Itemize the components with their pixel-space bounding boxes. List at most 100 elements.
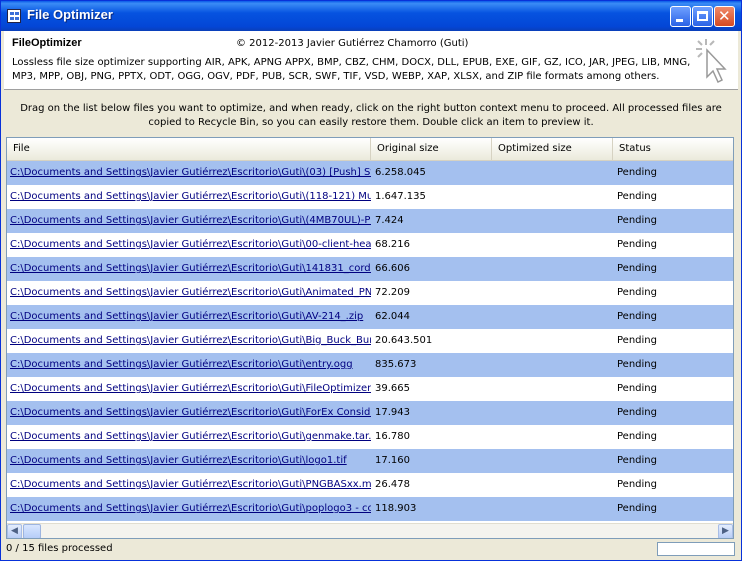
status-text: 0 / 15 files processed bbox=[6, 543, 113, 554]
column-header-optimized-size[interactable]: Optimized size bbox=[492, 138, 613, 160]
cell-status: Pending bbox=[617, 359, 657, 370]
title-bar[interactable]: File Optimizer ✕ bbox=[1, 1, 741, 31]
cell-status: Pending bbox=[617, 455, 657, 466]
table-row[interactable]: C:\Documents and Settings\Javier Gutiérr… bbox=[7, 473, 733, 497]
cell-status: Pending bbox=[617, 287, 657, 298]
cell-optimized bbox=[495, 305, 613, 329]
cell-status: Pending bbox=[617, 239, 657, 250]
minimize-button[interactable] bbox=[670, 6, 691, 27]
cell-file: C:\Documents and Settings\Javier Gutiérr… bbox=[10, 407, 371, 418]
cell-optimized bbox=[495, 185, 613, 209]
cell-file: C:\Documents and Settings\Javier Gutiérr… bbox=[10, 335, 371, 346]
list-rows: C:\Documents and Settings\Javier Gutiérr… bbox=[7, 161, 733, 521]
cell-status: Pending bbox=[617, 503, 657, 514]
cell-file: C:\Documents and Settings\Javier Gutiérr… bbox=[10, 383, 371, 394]
column-header-status[interactable]: Status bbox=[613, 138, 733, 160]
cell-original: 1.647.135 bbox=[375, 191, 426, 202]
maximize-button[interactable] bbox=[692, 6, 713, 27]
cell-file: C:\Documents and Settings\Javier Gutiérr… bbox=[10, 263, 371, 274]
cell-original: 17.943 bbox=[375, 407, 410, 418]
scroll-left-button[interactable]: ◀ bbox=[7, 524, 22, 538]
cell-file: C:\Documents and Settings\Javier Gutiérr… bbox=[10, 215, 371, 226]
copyright-text: © 2012-2013 Javier Gutiérrez Chamorro (G… bbox=[236, 38, 469, 49]
table-row[interactable]: C:\Documents and Settings\Javier Gutiérr… bbox=[7, 353, 733, 377]
table-row[interactable]: C:\Documents and Settings\Javier Gutiérr… bbox=[7, 329, 733, 353]
window-title: File Optimizer bbox=[27, 7, 113, 22]
cell-status: Pending bbox=[617, 407, 657, 418]
cell-optimized bbox=[495, 401, 613, 425]
cell-original: 118.903 bbox=[375, 503, 417, 514]
app-icon[interactable] bbox=[7, 9, 21, 23]
cell-original: 62.044 bbox=[375, 311, 410, 322]
chevron-left-icon: ◀ bbox=[11, 526, 18, 536]
column-header-file[interactable]: File bbox=[7, 138, 371, 160]
cell-optimized bbox=[495, 257, 613, 281]
cell-status: Pending bbox=[617, 263, 657, 274]
product-name: FileOptimizer bbox=[12, 37, 82, 49]
table-row[interactable]: C:\Documents and Settings\Javier Gutiérr… bbox=[7, 497, 733, 521]
cell-optimized bbox=[495, 473, 613, 497]
close-button[interactable]: ✕ bbox=[714, 6, 735, 27]
cell-optimized bbox=[495, 353, 613, 377]
close-icon: ✕ bbox=[718, 7, 731, 25]
table-row[interactable]: C:\Documents and Settings\Javier Gutiérr… bbox=[7, 401, 733, 425]
cell-file: C:\Documents and Settings\Javier Gutiérr… bbox=[10, 287, 371, 298]
scroll-thumb[interactable] bbox=[23, 524, 41, 538]
table-row[interactable]: C:\Documents and Settings\Javier Gutiérr… bbox=[7, 209, 733, 233]
cell-file: C:\Documents and Settings\Javier Gutiérr… bbox=[10, 191, 371, 202]
cell-original: 66.606 bbox=[375, 263, 410, 274]
cell-original: 16.780 bbox=[375, 431, 410, 442]
status-bar: 0 / 15 files processed bbox=[4, 542, 738, 558]
table-row[interactable]: C:\Documents and Settings\Javier Gutiérr… bbox=[7, 257, 733, 281]
cell-optimized bbox=[495, 449, 613, 473]
table-row[interactable]: C:\Documents and Settings\Javier Gutiérr… bbox=[7, 161, 733, 185]
cell-optimized bbox=[495, 377, 613, 401]
table-row[interactable]: C:\Documents and Settings\Javier Gutiérr… bbox=[7, 281, 733, 305]
cell-original: 26.478 bbox=[375, 479, 410, 490]
maximize-icon bbox=[697, 11, 708, 21]
cell-file: C:\Documents and Settings\Javier Gutiérr… bbox=[10, 311, 364, 322]
cell-file: C:\Documents and Settings\Javier Gutiérr… bbox=[10, 239, 371, 250]
cell-original: 7.424 bbox=[375, 215, 404, 226]
table-row[interactable]: C:\Documents and Settings\Javier Gutiérr… bbox=[7, 305, 733, 329]
cell-file: C:\Documents and Settings\Javier Gutiérr… bbox=[10, 431, 371, 442]
cell-original: 68.216 bbox=[375, 239, 410, 250]
table-row[interactable]: C:\Documents and Settings\Javier Gutiérr… bbox=[7, 185, 733, 209]
cell-optimized bbox=[495, 497, 613, 521]
supported-formats-description: Lossless file size optimizer supporting … bbox=[12, 57, 691, 82]
table-row[interactable]: C:\Documents and Settings\Javier Gutiérr… bbox=[7, 425, 733, 449]
list-header: File Original size Optimized size Status bbox=[7, 138, 733, 162]
cell-status: Pending bbox=[617, 167, 657, 178]
cell-original: 6.258.045 bbox=[375, 167, 426, 178]
column-header-original-size[interactable]: Original size bbox=[371, 138, 492, 160]
cell-status: Pending bbox=[617, 335, 657, 346]
cell-optimized bbox=[495, 209, 613, 233]
cell-original: 835.673 bbox=[375, 359, 417, 370]
cell-original: 17.160 bbox=[375, 455, 410, 466]
cursor-click-icon bbox=[696, 39, 727, 84]
chevron-right-icon: ▶ bbox=[722, 526, 729, 536]
cell-status: Pending bbox=[617, 431, 657, 442]
table-row[interactable]: C:\Documents and Settings\Javier Gutiérr… bbox=[7, 449, 733, 473]
file-list[interactable]: File Original size Optimized size Status… bbox=[6, 137, 734, 539]
horizontal-scrollbar[interactable]: ◀ ▶ bbox=[7, 523, 733, 538]
cell-status: Pending bbox=[617, 479, 657, 490]
cell-optimized bbox=[495, 233, 613, 257]
cell-original: 39.665 bbox=[375, 383, 410, 394]
cell-status: Pending bbox=[617, 311, 657, 322]
cell-original: 72.209 bbox=[375, 287, 410, 298]
cell-file: C:\Documents and Settings\Javier Gutiérr… bbox=[10, 479, 371, 490]
about-header: FileOptimizer © 2012-2013 Javier Gutiérr… bbox=[4, 31, 738, 90]
cell-status: Pending bbox=[617, 383, 657, 394]
minimize-icon bbox=[676, 19, 683, 22]
scroll-right-button[interactable]: ▶ bbox=[718, 524, 733, 538]
cell-file: C:\Documents and Settings\Javier Gutiérr… bbox=[10, 359, 353, 370]
cell-optimized bbox=[495, 329, 613, 353]
cell-file: C:\Documents and Settings\Javier Gutiérr… bbox=[10, 167, 371, 178]
table-row[interactable]: C:\Documents and Settings\Javier Gutiérr… bbox=[7, 233, 733, 257]
cell-file: C:\Documents and Settings\Javier Gutiérr… bbox=[10, 503, 371, 514]
main-window: File Optimizer ✕ FileOptimizer © 2012-20… bbox=[0, 0, 742, 561]
table-row[interactable]: C:\Documents and Settings\Javier Gutiérr… bbox=[7, 377, 733, 401]
cell-optimized bbox=[495, 161, 613, 185]
progress-bar bbox=[657, 542, 735, 556]
